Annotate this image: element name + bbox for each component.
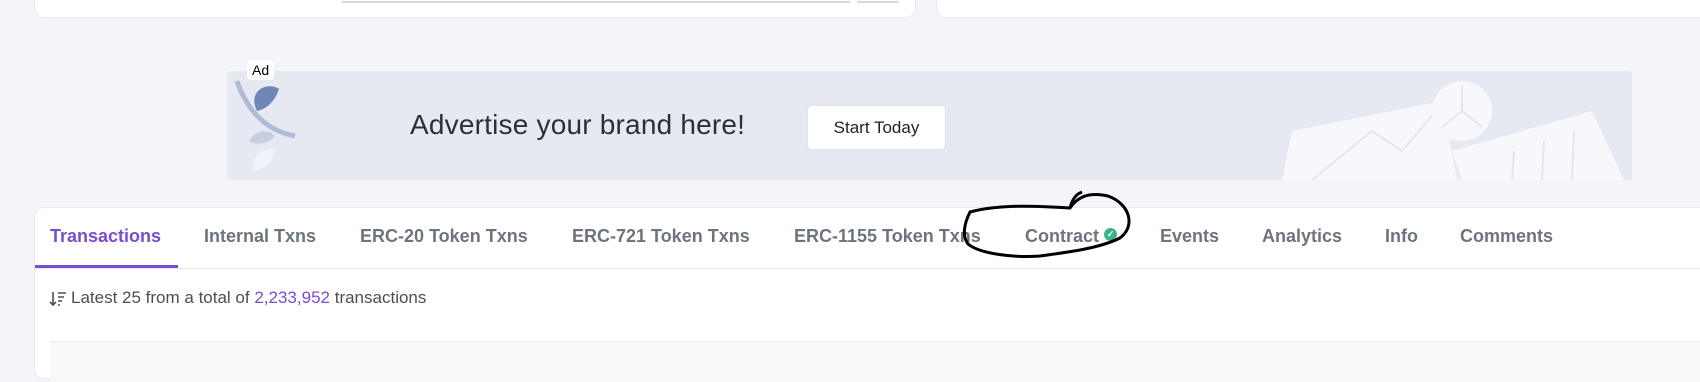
- tab-bar: Transactions Internal Txns ERC-20 Token …: [35, 208, 1700, 269]
- ad-label: Ad: [247, 60, 275, 80]
- tab-erc1155-token-txns[interactable]: ERC-1155 Token Txns: [794, 226, 981, 247]
- tab-comments[interactable]: Comments: [1460, 226, 1553, 247]
- summary-suffix: transactions: [334, 288, 427, 307]
- ad-headline: Advertise your brand here!: [410, 109, 746, 140]
- transaction-count: 2,233,952: [254, 288, 330, 307]
- top-card-right: [936, 0, 1700, 18]
- chart-illustration-icon: [1282, 81, 1624, 180]
- tab-contract[interactable]: Contract ✓: [1025, 226, 1118, 247]
- active-tab-indicator: [35, 265, 178, 268]
- tab-events[interactable]: Events: [1160, 226, 1219, 247]
- tab-internal-txns[interactable]: Internal Txns: [204, 226, 316, 247]
- tab-info[interactable]: Info: [1385, 226, 1418, 247]
- transactions-summary: Latest 25 from a total of 2,233,952 tran…: [49, 288, 426, 308]
- tab-transactions[interactable]: Transactions: [50, 226, 161, 247]
- start-today-button[interactable]: Start Today: [807, 105, 946, 150]
- table-header: [50, 341, 1700, 382]
- top-card-left: [34, 0, 916, 18]
- tab-erc721-token-txns[interactable]: ERC-721 Token Txns: [572, 226, 750, 247]
- search-button-edge[interactable]: [857, 0, 899, 3]
- tab-analytics[interactable]: Analytics: [1262, 226, 1342, 247]
- ad-banner[interactable]: Advertise your brand here! Start Today: [227, 71, 1632, 180]
- summary-prefix: Latest 25 from a total of: [71, 288, 250, 307]
- tab-contract-label: Contract: [1025, 226, 1100, 246]
- verified-check-icon: ✓: [1104, 228, 1118, 241]
- leaf-logo-icon: [234, 80, 296, 171]
- tab-erc20-token-txns[interactable]: ERC-20 Token Txns: [360, 226, 528, 247]
- search-input-edge[interactable]: [342, 0, 850, 3]
- transactions-card: Transactions Internal Txns ERC-20 Token …: [34, 207, 1700, 382]
- sort-descending-icon: [49, 291, 66, 306]
